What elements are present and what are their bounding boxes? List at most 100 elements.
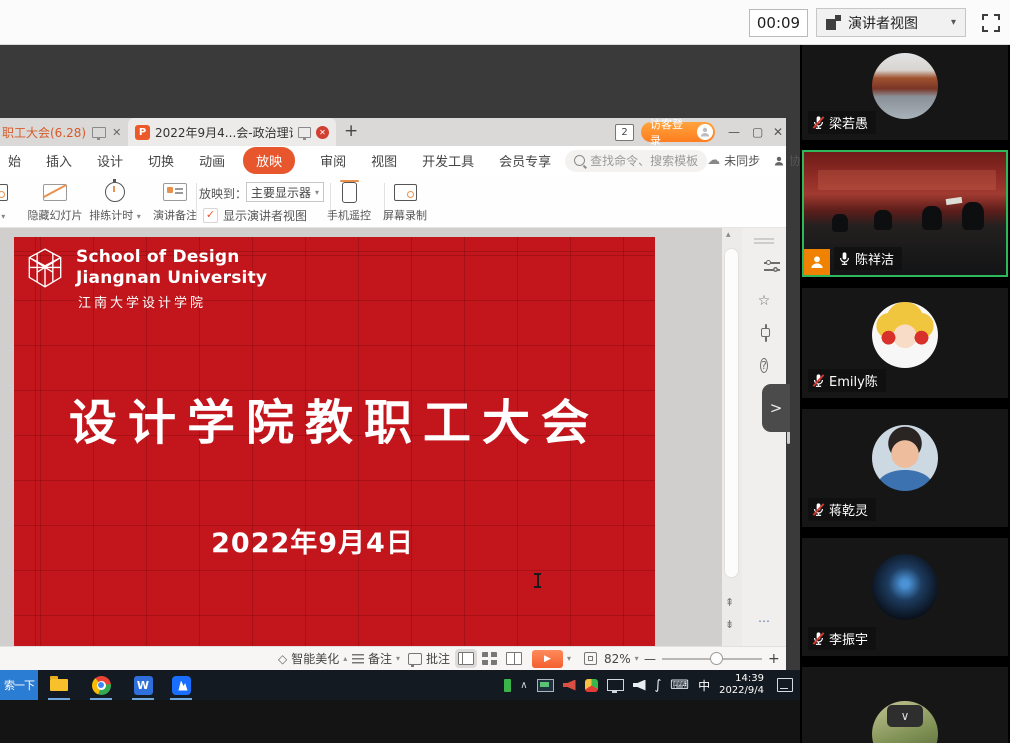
input-tool-icon[interactable]: ∫: [655, 678, 662, 693]
zoom-in-button[interactable]: +: [768, 647, 780, 670]
fullscreen-button[interactable]: [981, 13, 1001, 33]
taskbar-file-explorer[interactable]: [44, 670, 74, 700]
scroll-up-icon[interactable]: ▴: [726, 230, 731, 240]
participant-tile[interactable]: 梁若愚: [802, 45, 1008, 140]
display-settings-icon[interactable]: [607, 679, 624, 691]
meeting-timer: 00:09: [749, 9, 808, 37]
menu-item-home[interactable]: 始: [8, 151, 21, 170]
normal-view-icon: [458, 652, 474, 665]
volume-icon[interactable]: [633, 680, 646, 691]
show-hidden-icons[interactable]: ∧: [520, 680, 527, 691]
sync-status-button[interactable]: ☁ 未同步: [707, 152, 760, 169]
reading-view-button[interactable]: [506, 647, 522, 670]
sync-status-label: 未同步: [724, 152, 760, 169]
security-app-icon[interactable]: [585, 679, 598, 692]
speaker-view-button[interactable]: 演讲者视图 ▾: [816, 8, 966, 37]
taskbar-search-button[interactable]: 索一下: [0, 670, 38, 700]
smart-beautify-star-icon[interactable]: ☆: [755, 292, 773, 310]
keyboard-icon[interactable]: ⌨: [670, 678, 689, 693]
close-window-button[interactable]: ✕: [773, 125, 783, 139]
zoom-slider[interactable]: [662, 647, 762, 670]
scrollbar-thumb[interactable]: [724, 248, 739, 578]
reading-view-icon: [506, 652, 522, 665]
bottom-background: [0, 700, 800, 743]
vertical-scrollbar[interactable]: ▴ ⇞ ⇟: [722, 228, 742, 646]
muted-speaker-icon[interactable]: [563, 680, 576, 691]
hide-slide-button[interactable]: 隐藏幻灯片: [22, 180, 88, 223]
slideshow-settings-button[interactable]: 置 ▾: [0, 180, 22, 223]
command-search-box[interactable]: 查找命令、搜索模板: [565, 150, 707, 172]
menu-item-devtools[interactable]: 开发工具: [422, 151, 474, 170]
smart-beautify-button[interactable]: ◇ 智能美化 ▴: [278, 647, 347, 670]
present-mode-icon[interactable]: [298, 127, 311, 138]
participant-tile[interactable]: 李振宇: [802, 538, 1008, 656]
maximize-button[interactable]: ▢: [752, 125, 763, 139]
settings-icon: [0, 184, 8, 201]
properties-sliders-icon[interactable]: [755, 260, 773, 278]
screen-record-button[interactable]: 屏幕录制: [372, 180, 438, 223]
fullscreen-icon: [981, 13, 1001, 33]
ime-language-indicator[interactable]: 中: [698, 677, 710, 694]
menu-item-review[interactable]: 审阅: [320, 151, 346, 170]
menu-item-view[interactable]: 视图: [371, 151, 397, 170]
present-mode-icon[interactable]: [92, 127, 106, 138]
pages-badge[interactable]: 2: [615, 124, 634, 141]
help-icon[interactable]: ?: [755, 356, 773, 374]
usb-device-icon[interactable]: [504, 679, 511, 692]
zoom-out-button[interactable]: —: [644, 647, 656, 670]
menu-item-transition[interactable]: 切换: [148, 151, 174, 170]
slide-sorter-view-button[interactable]: [482, 647, 497, 670]
menu-item-slideshow-active[interactable]: 放映: [243, 147, 295, 174]
document-tab-inactive[interactable]: 职工大会(6.28) ✕: [0, 118, 121, 146]
collapse-participants-button[interactable]: ∨: [887, 705, 923, 727]
toolbar-separator: [196, 183, 197, 220]
chrome-icon: [92, 676, 111, 695]
guest-login-button[interactable]: 访客登录: [641, 122, 715, 142]
fit-slide-button[interactable]: [584, 647, 597, 670]
participant-tile-active-speaker[interactable]: 陈祥洁: [802, 150, 1008, 277]
next-slide-button[interactable]: ⇟: [725, 620, 734, 630]
panel-grip[interactable]: [754, 238, 774, 240]
participant-tile[interactable]: 蒋乾灵: [802, 409, 1008, 527]
person-icon: [699, 126, 711, 138]
checkbox-checked-icon[interactable]: ✓: [203, 208, 218, 223]
display-to-select[interactable]: 主要显示器 ▾: [246, 182, 324, 202]
document-tab-active[interactable]: P 2022年9月4...会-政治理论学习 ✕: [128, 118, 336, 146]
system-tray: ∧ ∫ ⌨ 中 14:39 2022/9/4: [504, 670, 800, 700]
slide[interactable]: School of Design Jiangnan University 江南大…: [14, 237, 655, 646]
zoom-slider-knob[interactable]: [710, 652, 723, 665]
taskbar-meeting-app[interactable]: [166, 670, 196, 700]
menu-item-insert[interactable]: 插入: [46, 151, 72, 170]
new-tab-button[interactable]: +: [344, 121, 358, 141]
minimize-button[interactable]: —: [728, 125, 740, 139]
taskbar-wps[interactable]: W: [128, 670, 158, 700]
duplicate-pane-icon[interactable]: [755, 324, 773, 342]
menu-item-design[interactable]: 设计: [97, 151, 123, 170]
previous-slide-button[interactable]: ⇞: [725, 598, 734, 608]
rehearse-timing-button[interactable]: 排练计时 ▾: [86, 180, 144, 223]
menu-item-member[interactable]: 会员专享: [499, 151, 551, 170]
menu-item-animation[interactable]: 动画: [199, 151, 225, 170]
comments-button[interactable]: 批注: [408, 647, 450, 670]
participant-tile[interactable]: Emily陈: [802, 288, 1008, 398]
taskbar-chrome[interactable]: [86, 670, 116, 700]
taskbar-clock[interactable]: 14:39 2022/9/4: [719, 673, 764, 697]
normal-view-button[interactable]: [458, 647, 474, 670]
participant-tile-partial[interactable]: ∨: [802, 667, 1008, 743]
close-tab-unsaved-icon[interactable]: ✕: [316, 126, 329, 139]
action-center-icon[interactable]: [777, 678, 793, 692]
windows-taskbar: 索一下 W ∧ ∫ ⌨ 中 14:39 2022/9/4: [0, 670, 800, 700]
show-presenter-view-option[interactable]: ✓ 显示演讲者视图: [203, 207, 307, 224]
remote-monitor-icon[interactable]: [537, 679, 554, 692]
expand-pane-button[interactable]: >: [762, 384, 790, 432]
play-slideshow-button[interactable]: ▶ ▾: [532, 647, 571, 670]
zoom-slider-track[interactable]: [662, 658, 762, 660]
close-tab-icon[interactable]: ✕: [112, 126, 121, 139]
more-tools-icon[interactable]: ⋯: [755, 612, 773, 630]
avatar: [872, 302, 938, 368]
participants-sidebar: 梁若愚 陈祥洁: [800, 45, 1010, 743]
notes-button[interactable]: 备注 ▾: [352, 647, 400, 670]
search-placeholder: 查找命令、搜索模板: [590, 152, 698, 169]
zoom-level[interactable]: 82% ▾: [604, 647, 639, 670]
comment-icon: [408, 653, 422, 665]
